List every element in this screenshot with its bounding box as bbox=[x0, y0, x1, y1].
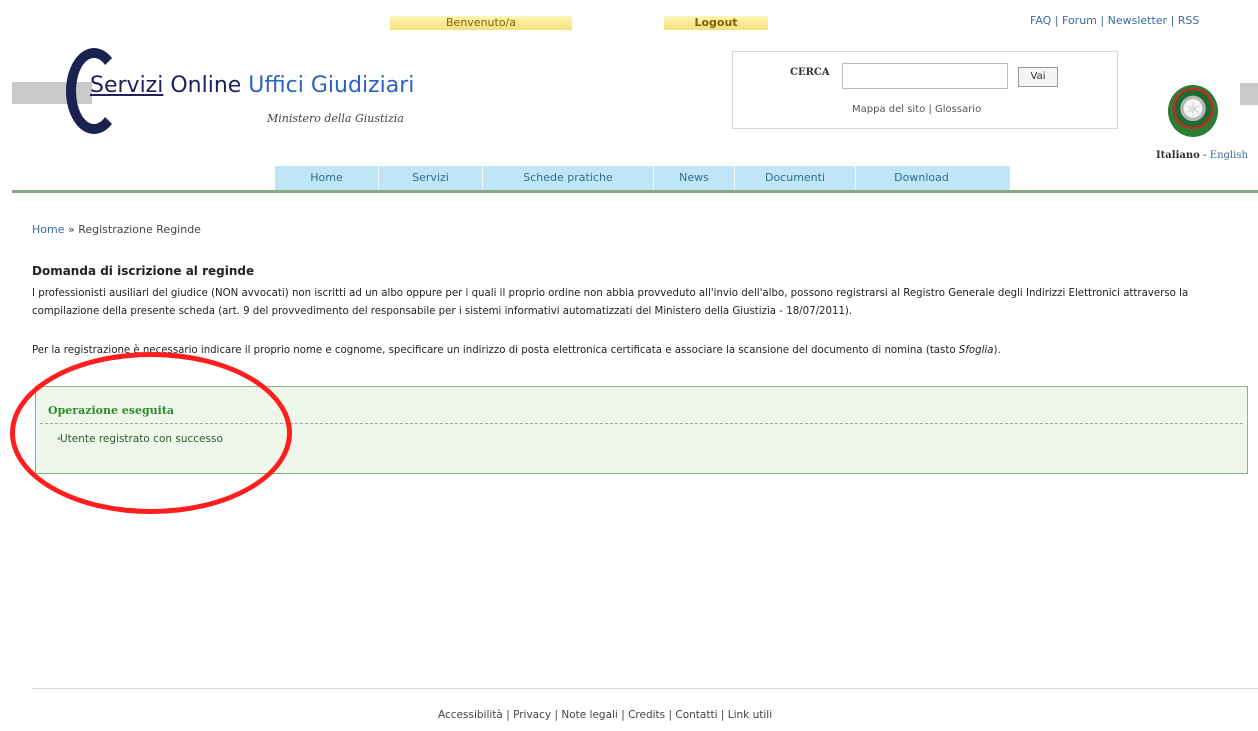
breadcrumb-home[interactable]: Home bbox=[32, 223, 64, 236]
footer-links: Accessibilità | Privacy | Note legali | … bbox=[438, 709, 772, 721]
nav-download[interactable]: Download bbox=[856, 166, 987, 190]
search-button[interactable]: Vai bbox=[1018, 67, 1058, 87]
footer-accessibilita[interactable]: Accessibilità bbox=[438, 709, 503, 721]
footer-divider bbox=[32, 688, 1258, 689]
nav-servizi[interactable]: Servizi bbox=[379, 166, 483, 190]
nav-schede-pratiche[interactable]: Schede pratiche bbox=[483, 166, 654, 190]
site-title[interactable]: Servizi Online Uffici Giudiziari bbox=[90, 73, 414, 98]
footer-separator: | bbox=[720, 709, 728, 721]
nav-news[interactable]: News bbox=[654, 166, 735, 190]
language-switcher: Italiano - English bbox=[1156, 150, 1248, 161]
footer-link-utili[interactable]: Link utili bbox=[728, 709, 772, 721]
site-subtitle: Ministero della Giustizia bbox=[267, 112, 404, 125]
language-english[interactable]: English bbox=[1210, 150, 1248, 161]
logout-link[interactable]: Logout bbox=[664, 16, 768, 30]
welcome-badge: Benvenuto/a bbox=[390, 16, 572, 30]
rss-link[interactable]: RSS bbox=[1178, 14, 1200, 27]
faq-link[interactable]: FAQ bbox=[1030, 14, 1051, 27]
footer-note-legali[interactable]: Note legali bbox=[561, 709, 618, 721]
footer-credits[interactable]: Credits bbox=[628, 709, 665, 721]
nav-divider bbox=[12, 190, 1258, 193]
glossary-link[interactable]: Glossario bbox=[935, 104, 981, 115]
site-map-link[interactable]: Mappa del sito bbox=[852, 104, 925, 115]
breadcrumb: Home » Registrazione Reginde bbox=[32, 223, 201, 236]
search-input[interactable] bbox=[842, 63, 1008, 89]
footer-contatti[interactable]: Contatti bbox=[675, 709, 717, 721]
red-annotation-ellipse bbox=[10, 352, 292, 514]
language-italian[interactable]: Italiano bbox=[1156, 150, 1200, 161]
breadcrumb-current: Registrazione Reginde bbox=[78, 223, 201, 236]
breadcrumb-separator: » bbox=[67, 223, 79, 236]
top-links: FAQ | Forum | Newsletter | RSS bbox=[1030, 14, 1258, 27]
instruction-paragraph: Per la registrazione è necessario indica… bbox=[32, 342, 1247, 360]
search-links: Mappa del sito | Glossario bbox=[852, 104, 981, 115]
instruction-italic: Sfoglia bbox=[958, 345, 994, 356]
page-title: Domanda di iscrizione al reginde bbox=[32, 264, 255, 278]
intro-paragraph: I professionisti ausiliari del giudice (… bbox=[32, 288, 1189, 317]
emblem-icon: ✶ bbox=[1168, 85, 1218, 137]
main-nav: Home Servizi Schede pratiche News Docume… bbox=[275, 166, 1010, 190]
site-title-part3: Uffici Giudiziari bbox=[248, 73, 415, 98]
top-links-separator: | bbox=[1100, 14, 1108, 27]
footer-privacy[interactable]: Privacy bbox=[513, 709, 551, 721]
nav-home[interactable]: Home bbox=[275, 166, 379, 190]
instruction-suffix: ). bbox=[993, 345, 1001, 356]
search-label: CERCA bbox=[790, 67, 830, 78]
site-title-part1: Servizi bbox=[90, 73, 164, 98]
right-bar bbox=[1240, 83, 1258, 105]
site-title-part2: Online bbox=[163, 73, 249, 98]
language-separator: - bbox=[1202, 150, 1210, 161]
nav-documenti[interactable]: Documenti bbox=[735, 166, 856, 190]
top-links-separator: | bbox=[1170, 14, 1178, 27]
top-links-separator: | bbox=[1054, 14, 1063, 27]
forum-link[interactable]: Forum bbox=[1062, 14, 1097, 27]
newsletter-link[interactable]: Newsletter bbox=[1108, 14, 1167, 27]
